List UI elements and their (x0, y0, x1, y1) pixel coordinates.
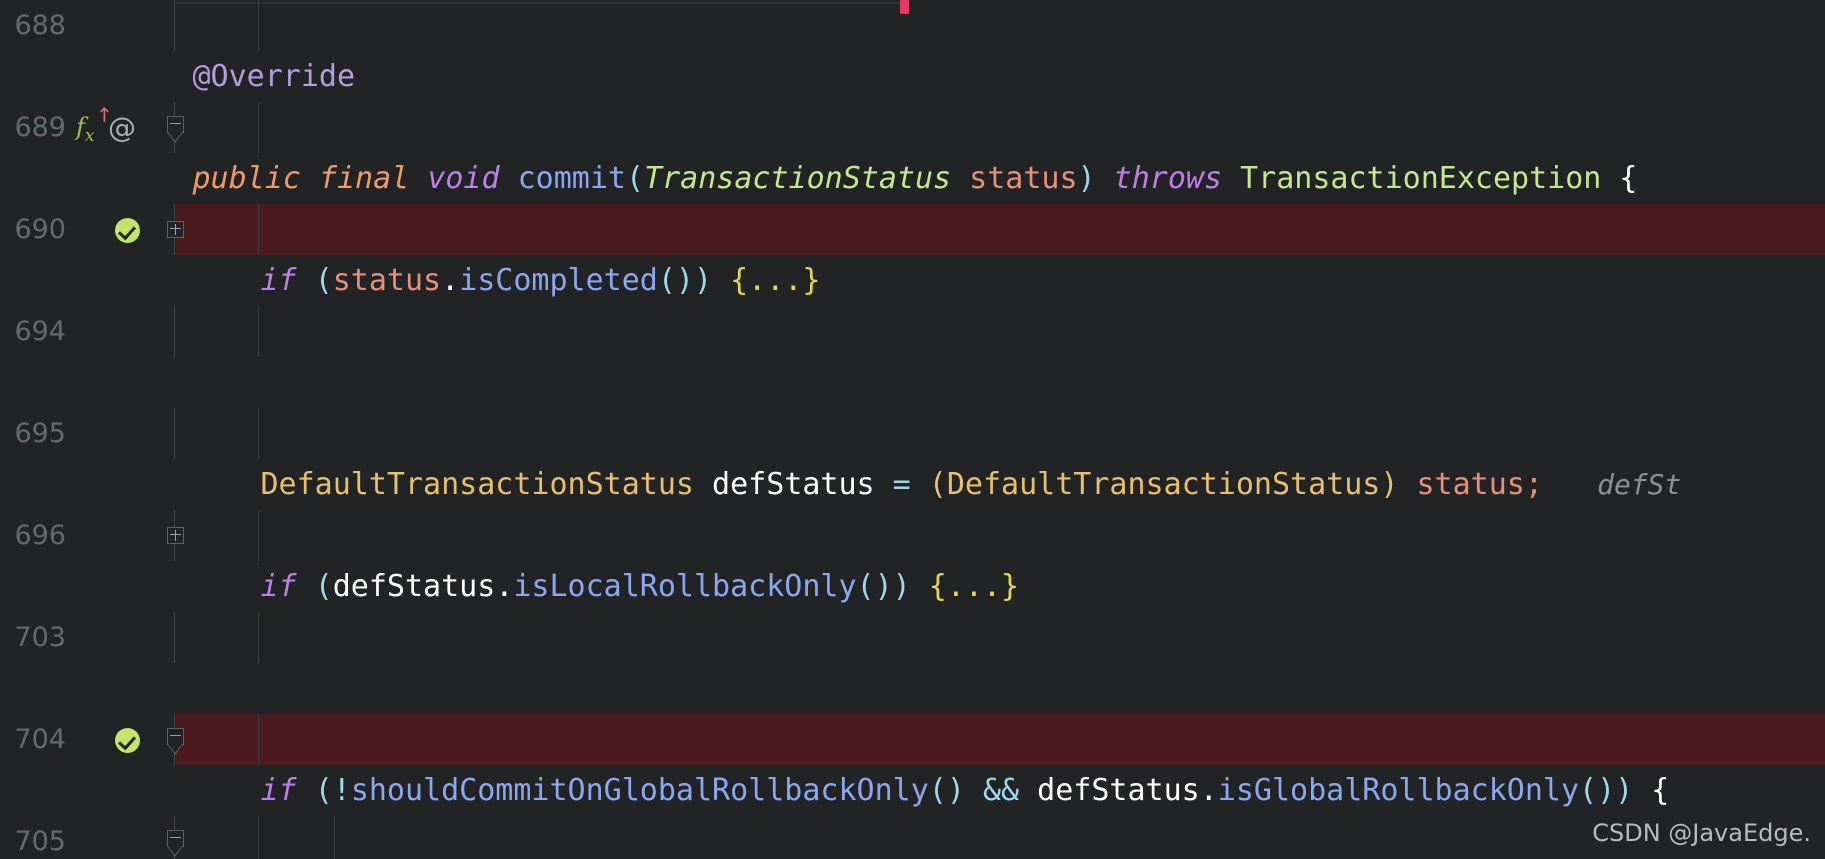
code-editor[interactable]: 688 @Override 689 fx ↑ @ public final vo… (0, 0, 1825, 859)
code-line-695[interactable]: 695 DefaultTransactionStatus defStatus =… (0, 408, 1825, 502)
line-number: 688 (14, 10, 66, 41)
method-islocalrollbackonly[interactable]: isLocalRollbackOnly (513, 569, 856, 604)
fold-rail (174, 612, 175, 663)
code-line-689[interactable]: 689 fx ↑ @ public final void commit(Tran… (0, 102, 1825, 196)
kw-throws: throws (1113, 161, 1223, 196)
cast-defaulttransactionstatus: (DefaultTransactionStatus) (928, 467, 1399, 502)
indent-guide (258, 306, 259, 357)
line-number: 689 (14, 112, 66, 143)
line-number: 694 (14, 316, 66, 347)
line-number: 705 (14, 826, 66, 857)
parens-2: ()) (1579, 773, 1634, 808)
code-line-696[interactable]: 696 if (defStatus.isLocalRollbackOnly())… (0, 510, 1825, 604)
kw-void: void (427, 161, 500, 196)
dot: . (1199, 773, 1218, 808)
var-defstatus: defStatus (712, 467, 875, 502)
fold-marker-expanded[interactable] (167, 830, 184, 857)
line-number: 690 (14, 214, 66, 245)
assign-operator: = (892, 467, 911, 502)
method-shouldcommitonglobalrollbackonly[interactable]: shouldCommitOnGlobalRollbackOnly (351, 773, 929, 808)
dot: . (441, 263, 460, 298)
code-line-703[interactable]: 703 (0, 612, 1825, 663)
method-iscompleted[interactable]: isCompleted (459, 263, 658, 298)
receiver-status: status (332, 263, 442, 298)
indent-guide (258, 612, 259, 663)
paren-open: ( (314, 569, 333, 604)
code-line-705[interactable]: 705 if (defStatus.isDebug()) { (0, 816, 1825, 859)
kw-if: if (260, 569, 297, 604)
watermark-text: CSDN @JavaEdge. (1592, 819, 1811, 847)
code-line-688[interactable]: 688 @Override (0, 0, 1825, 94)
paren-open: ( (314, 263, 333, 298)
kw-if: if (260, 263, 297, 298)
code-line-704[interactable]: 704 if (!shouldCommitOnGlobalRollbackOnl… (0, 714, 1825, 808)
brace-open: { (1619, 161, 1638, 196)
semicolon: ; (1524, 467, 1543, 502)
type-transactionexception: TransactionException (1240, 161, 1602, 196)
fold-marker-collapsed[interactable] (167, 221, 184, 238)
receiver-defstatus: defStatus (1037, 773, 1200, 808)
code-line-694[interactable]: 694 (0, 306, 1825, 357)
type-defaulttransactionstatus: DefaultTransactionStatus (260, 467, 694, 502)
dot: . (495, 569, 514, 604)
check-circle-icon[interactable] (115, 218, 140, 243)
fold-marker-expanded[interactable] (167, 728, 184, 755)
folded-block-placeholder[interactable]: {...} (730, 263, 820, 298)
code-lines-container: 688 @Override 689 fx ↑ @ public final vo… (0, 0, 1825, 859)
source-status: status (1416, 467, 1525, 502)
method-isglobalrollbackonly[interactable]: isGlobalRollbackOnly (1218, 773, 1579, 808)
fold-rail (174, 408, 175, 459)
param-status: status (969, 161, 1078, 196)
line-number: 704 (14, 724, 66, 755)
at-annotation-icon[interactable]: @ (108, 102, 136, 153)
annotation-override: @Override (192, 59, 356, 94)
paren-open-negate: (! (314, 773, 351, 808)
parens-close: ()) (657, 263, 713, 298)
fx-override-icon[interactable]: fx (76, 102, 94, 153)
fold-marker-collapsed[interactable] (167, 527, 184, 544)
type-transactionstatus: TransactionStatus (644, 161, 952, 196)
method-name-commit[interactable]: commit (518, 161, 626, 196)
parens-close: ()) (856, 569, 911, 604)
paren-close: ) (1077, 161, 1096, 196)
inline-debug-hint: defSt (1597, 468, 1682, 501)
kw-if: if (260, 773, 297, 808)
logical-and-operator: && (982, 773, 1020, 808)
folded-block-placeholder[interactable]: {...} (929, 569, 1019, 604)
kw-final: final (318, 161, 410, 196)
line-number: 696 (14, 520, 66, 551)
paren-open: ( (626, 161, 645, 196)
fold-rail (174, 306, 175, 357)
receiver-defstatus: defStatus (332, 569, 496, 604)
brace-open: { (1651, 773, 1670, 808)
fold-marker-expanded[interactable] (167, 116, 184, 143)
line-number: 695 (14, 418, 66, 449)
code-line-690[interactable]: 690 if (status.isCompleted()) {...} (0, 204, 1825, 298)
line-number: 703 (14, 622, 66, 653)
fold-rail (174, 0, 175, 51)
check-circle-icon[interactable] (115, 728, 140, 753)
parens-1: () (928, 773, 965, 808)
